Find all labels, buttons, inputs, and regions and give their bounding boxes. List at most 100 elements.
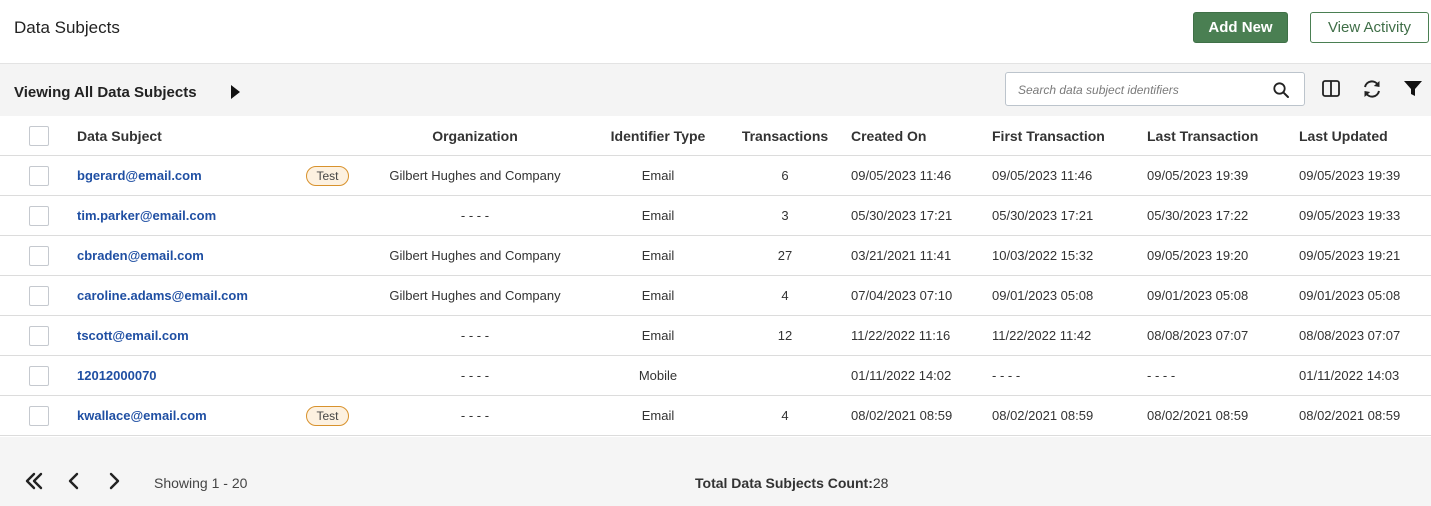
total-count: Total Data Subjects Count:28 (695, 475, 888, 491)
last-transaction-cell: 09/05/2023 19:20 (1147, 248, 1249, 263)
view-expand-arrow-icon[interactable] (231, 85, 240, 99)
last-transaction-cell: 09/05/2023 19:39 (1147, 168, 1249, 183)
data-subject-link[interactable]: tim.parker@email.com (77, 208, 216, 223)
organization-cell: - - - - (460, 368, 490, 383)
created-on-cell: 08/02/2021 08:59 (851, 408, 953, 423)
last-updated-cell: 08/08/2023 07:07 (1299, 328, 1401, 343)
transactions-cell: 12 (777, 328, 793, 343)
column-header-created-on[interactable]: Created On (851, 116, 926, 156)
first-transaction-cell: 08/02/2021 08:59 (992, 408, 1094, 423)
transactions-cell: 4 (781, 288, 789, 303)
data-subject-link[interactable]: bgerard@email.com (77, 168, 202, 183)
created-on-cell: 03/21/2021 11:41 (851, 248, 952, 263)
first-page-icon[interactable] (23, 470, 45, 492)
search-box (1005, 72, 1305, 106)
transactions-cell: 6 (781, 168, 789, 183)
identifier-type-cell: Email (641, 208, 675, 223)
last-updated-cell: 09/05/2023 19:33 (1299, 208, 1401, 223)
transactions-cell: 4 (781, 408, 789, 423)
created-on-cell: 11/22/2022 11:16 (851, 328, 951, 343)
select-all-checkbox[interactable] (29, 126, 49, 146)
organization-cell: - - - - (460, 408, 490, 423)
transactions-cell (735, 356, 835, 396)
column-header-last-transaction[interactable]: Last Transaction (1147, 116, 1258, 156)
organization-cell: Gilbert Hughes and Company (389, 168, 561, 183)
data-subject-link[interactable]: kwallace@email.com (77, 408, 207, 423)
table-row[interactable]: cbraden@email.com Gilbert Hughes and Com… (0, 236, 1431, 276)
table-row[interactable]: kwallace@email.com Test - - - - Email 4 … (0, 396, 1431, 436)
organization-cell: - - - - (460, 208, 490, 223)
columns-icon[interactable] (1320, 78, 1342, 100)
identifier-type-cell: Email (641, 408, 675, 423)
transactions-cell: 3 (781, 208, 789, 223)
last-transaction-cell: 09/01/2023 05:08 (1147, 288, 1249, 303)
column-header-data-subject[interactable]: Data Subject (77, 116, 162, 156)
page-title: Data Subjects (14, 18, 120, 37)
identifier-type-cell: Email (641, 168, 675, 183)
previous-page-icon[interactable] (63, 470, 85, 492)
column-header-first-transaction[interactable]: First Transaction (992, 116, 1105, 156)
table-row[interactable]: 12012000070 - - - - Mobile 01/11/2022 14… (0, 356, 1431, 396)
next-page-icon[interactable] (103, 470, 125, 492)
view-label: Viewing All Data Subjects (14, 84, 197, 101)
last-updated-cell: 01/11/2022 14:03 (1299, 368, 1400, 383)
table-row[interactable]: caroline.adams@email.com Gilbert Hughes … (0, 276, 1431, 316)
page-header: Data Subjects Add New View Activity (0, 0, 1431, 64)
organization-cell: - - - - (460, 328, 490, 343)
first-transaction-cell: 10/03/2022 15:32 (992, 248, 1094, 263)
row-checkbox[interactable] (29, 246, 49, 266)
created-on-cell: 01/11/2022 14:02 (851, 368, 952, 383)
created-on-cell: 05/30/2023 17:21 (851, 208, 953, 223)
table-row[interactable]: bgerard@email.com Test Gilbert Hughes an… (0, 156, 1431, 196)
data-subject-link[interactable]: tscott@email.com (77, 328, 189, 343)
first-transaction-cell: - - - - (992, 368, 1021, 383)
data-subject-link[interactable]: cbraden@email.com (77, 248, 204, 263)
identifier-type-cell: Email (641, 288, 675, 303)
identifier-type-cell: Email (641, 328, 675, 343)
column-header-identifier-type[interactable]: Identifier Type (598, 116, 718, 156)
search-input[interactable] (1018, 81, 1258, 99)
data-subject-link[interactable]: caroline.adams@email.com (77, 288, 248, 303)
total-count-label: Total Data Subjects Count: (695, 475, 873, 491)
last-transaction-cell: 05/30/2023 17:22 (1147, 208, 1249, 223)
last-updated-cell: 08/02/2021 08:59 (1299, 408, 1401, 423)
first-transaction-cell: 11/22/2022 11:42 (992, 328, 1092, 343)
search-icon[interactable] (1272, 81, 1290, 99)
column-header-transactions[interactable]: Transactions (735, 116, 835, 156)
row-checkbox[interactable] (29, 286, 49, 306)
row-checkbox[interactable] (29, 406, 49, 426)
table-header-row: Data Subject Organization Identifier Typ… (0, 116, 1431, 156)
last-updated-cell: 09/05/2023 19:21 (1299, 248, 1401, 263)
data-subject-link[interactable]: 12012000070 (77, 368, 157, 383)
row-checkbox[interactable] (29, 326, 49, 346)
column-header-last-updated[interactable]: Last Updated (1299, 116, 1388, 156)
table-row[interactable]: tscott@email.com - - - - Email 12 11/22/… (0, 316, 1431, 356)
last-updated-cell: 09/01/2023 05:08 (1299, 288, 1401, 303)
table-toolbar: Viewing All Data Subjects (0, 64, 1431, 116)
row-checkbox[interactable] (29, 206, 49, 226)
test-tag-badge: Test (306, 406, 349, 426)
filter-icon[interactable] (1402, 78, 1424, 100)
organization-cell: Gilbert Hughes and Company (389, 288, 561, 303)
created-on-cell: 09/05/2023 11:46 (851, 168, 952, 183)
last-transaction-cell: 08/02/2021 08:59 (1147, 408, 1249, 423)
last-transaction-cell: 08/08/2023 07:07 (1147, 328, 1249, 343)
identifier-type-cell: Mobile (638, 368, 678, 383)
total-count-value: 28 (872, 475, 889, 491)
table-row[interactable]: tim.parker@email.com - - - - Email 3 05/… (0, 196, 1431, 236)
first-transaction-cell: 09/01/2023 05:08 (992, 288, 1094, 303)
transactions-cell: 27 (777, 248, 793, 263)
add-new-button[interactable]: Add New (1193, 12, 1288, 43)
view-activity-button[interactable]: View Activity (1310, 12, 1429, 43)
pagination-showing-text: Showing 1 - 20 (154, 475, 248, 491)
row-checkbox[interactable] (29, 166, 49, 186)
refresh-icon[interactable] (1361, 78, 1383, 100)
first-transaction-cell: 09/05/2023 11:46 (992, 168, 1093, 183)
organization-cell: Gilbert Hughes and Company (389, 248, 561, 263)
identifier-type-cell: Email (641, 248, 675, 263)
column-header-organization[interactable]: Organization (375, 116, 575, 156)
row-checkbox[interactable] (29, 366, 49, 386)
test-tag-badge: Test (306, 166, 349, 186)
last-transaction-cell: - - - - (1147, 368, 1176, 383)
last-updated-cell: 09/05/2023 19:39 (1299, 168, 1401, 183)
